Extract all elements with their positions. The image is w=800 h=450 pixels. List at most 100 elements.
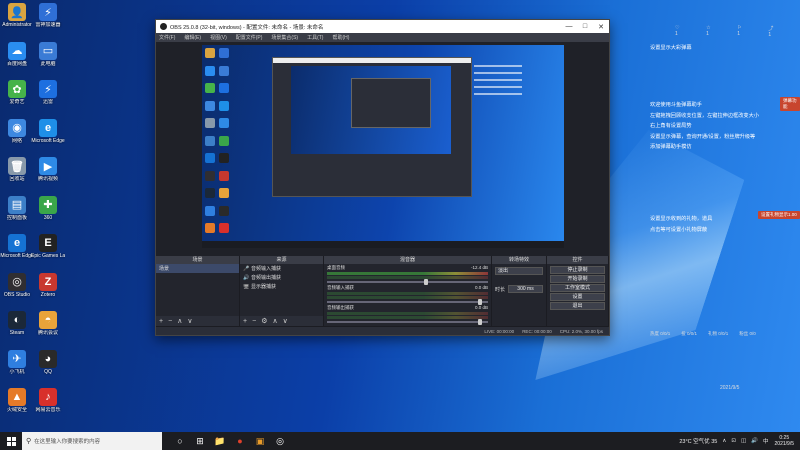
- preview-taskbar: [202, 241, 564, 248]
- preview-icon: [205, 118, 215, 128]
- add-scene-button[interactable]: +: [159, 318, 163, 325]
- desktop-icon-label: 腾讯视频: [37, 176, 58, 182]
- mixer-channel: 桌面音频 -12.4 dB: [324, 264, 491, 285]
- taskbar-app-icon[interactable]: ▣: [250, 432, 270, 450]
- desktop-icon[interactable]: e Microsoft Edge: [0, 234, 34, 259]
- desktop-icon[interactable]: ☁ 百度网盘: [2, 41, 32, 67]
- input-method-icon[interactable]: 中: [763, 437, 769, 445]
- desktop-icon[interactable]: ▭ 此电脑: [33, 41, 63, 67]
- tray-expand-icon[interactable]: ∧: [722, 438, 726, 444]
- desktop-icon[interactable]: ▤ 控制面板: [2, 195, 32, 221]
- stop-recording-button[interactable]: 停止录制: [550, 266, 605, 274]
- transition-select[interactable]: 淡出: [495, 267, 543, 275]
- preview-canvas[interactable]: [202, 45, 564, 248]
- preview-icon: [219, 100, 229, 111]
- cpu-status: CPU: 2.0%, 30.00 fps: [559, 328, 603, 334]
- desktop-icon-label: 网络: [11, 137, 22, 144]
- desktop-icon[interactable]: ⚡ 迅雷: [33, 80, 63, 105]
- menu-view[interactable]: 视图(V): [210, 34, 227, 41]
- desktop-icon[interactable]: ✚ 360: [33, 195, 63, 221]
- desktop-icon[interactable]: ♪ 网易云音乐: [33, 388, 63, 413]
- taskbar-app-icon[interactable]: ⊞: [190, 432, 210, 450]
- flag-icon[interactable]: ⚐ 1: [737, 25, 744, 38]
- preview-icon: [219, 135, 229, 146]
- remove-source-button[interactable]: −: [252, 318, 256, 325]
- desktop-icon[interactable]: ✈ 小飞机: [2, 349, 32, 375]
- menu-profile[interactable]: 配置文件(P): [236, 34, 263, 41]
- menu-edit[interactable]: 编辑(E): [184, 34, 201, 41]
- volume-slider[interactable]: [327, 279, 488, 285]
- desktop-date-stamp: 2021/9/5: [720, 385, 740, 391]
- volume-slider[interactable]: [327, 319, 488, 325]
- taskbar-app-icon[interactable]: ●: [230, 432, 250, 450]
- volume-slider[interactable]: [327, 299, 488, 305]
- weather-widget[interactable]: 23°C 空气优 35: [679, 437, 717, 445]
- move-source-down-button[interactable]: ∨: [283, 317, 288, 325]
- remove-scene-button[interactable]: −: [168, 318, 172, 325]
- share-icon[interactable]: ⤴ 1: [768, 25, 776, 38]
- desktop-icon-label: Microsoft Edge: [0, 253, 34, 259]
- desktop-icon[interactable]: ◎ OBS Studio: [2, 272, 32, 298]
- desktop-icon[interactable]: ◐ Steam: [2, 311, 32, 336]
- source-item[interactable]: 🔊 音频输出捕获: [240, 273, 323, 282]
- preview-icon: [205, 48, 215, 58]
- menu-help[interactable]: 帮助(H): [332, 34, 349, 41]
- source-item[interactable]: 🖥 显示器捕获: [240, 282, 323, 291]
- maximize-button[interactable]: □: [577, 23, 593, 30]
- desktop-icon[interactable]: ◓ 腾讯会议: [33, 311, 63, 336]
- desktop-icon-label: 回收站: [9, 176, 25, 182]
- like-icon[interactable]: ♡ 1: [675, 25, 682, 38]
- move-source-up-button[interactable]: ∧: [272, 317, 277, 325]
- menu-file[interactable]: 文件(F): [159, 34, 175, 41]
- danmaku-notes-block: 欢迎使用斗鱼弹幕助手 左键拖拽回顾收支位置，左键拉伸边框改变大小 右上角有设置局…: [650, 102, 759, 150]
- obs-docks: 场景 场景 + − ∧ ∨ 来源 🎤 音频输入捕获 🔊 音频输出捕获 🖥 显示器…: [156, 256, 609, 326]
- desktop-icon[interactable]: ◕ QQ: [33, 349, 63, 375]
- obs-taskbar-icon[interactable]: ◎: [270, 432, 290, 450]
- danmaku-note-line: 设置显示大彩弹幕: [650, 45, 692, 51]
- desktop-icon[interactable]: EEpic Games Launcher: [31, 234, 65, 259]
- move-scene-down-button[interactable]: ∨: [187, 317, 192, 325]
- volume-icon[interactable]: 🔊: [751, 438, 758, 444]
- minimize-button[interactable]: —: [561, 23, 577, 30]
- move-scene-up-button[interactable]: ∧: [177, 317, 182, 325]
- close-button[interactable]: ✕: [593, 23, 609, 31]
- taskbar-search[interactable]: ⚲ 在这里输入你要搜索的内容: [22, 432, 162, 450]
- desktop-icon[interactable]: e Microsoft Edge: [31, 118, 65, 144]
- desktop-icon[interactable]: Z Zotero: [33, 272, 63, 298]
- preview-icon: [205, 100, 215, 111]
- scene-item[interactable]: 场景: [156, 264, 239, 273]
- mixer-channel: 音频输入捕获 0.0 dB: [324, 284, 491, 305]
- source-item[interactable]: 🎤 音频输入捕获: [240, 264, 323, 273]
- start-recording-button[interactable]: 开始录制: [550, 275, 605, 283]
- desktop-icon[interactable]: ◉ 网络: [2, 118, 32, 144]
- preview-icon: [205, 83, 215, 93]
- desktop-icon[interactable]: ⚡ 雷神加速器: [33, 3, 63, 28]
- duration-input[interactable]: 300 ms: [508, 285, 543, 293]
- settings-button[interactable]: 设置: [550, 293, 605, 301]
- obs-title-bar[interactable]: OBS 25.0.8 (32-bit, windows) - 配置文件: 未命名…: [156, 20, 609, 33]
- preview-icon: [219, 170, 229, 181]
- speaker-icon: 🔊: [243, 274, 250, 281]
- desktop-icon[interactable]: 👤 Administrator: [2, 3, 32, 28]
- menu-tools[interactable]: 工具(T): [307, 34, 323, 41]
- desktop-icon[interactable]: ▲ 火绒安全: [2, 388, 32, 413]
- star-icon[interactable]: ☆ 1: [706, 25, 713, 38]
- desktop-icon[interactable]: ✿ 爱奇艺: [2, 80, 32, 105]
- network-icon[interactable]: ◫: [741, 438, 746, 444]
- task-view-icon[interactable]: ○: [170, 432, 190, 450]
- danmaku-tag: 弹幕功能: [780, 97, 800, 111]
- scenes-dock: 场景 场景 + − ∧ ∨: [156, 256, 240, 326]
- obs-window[interactable]: OBS 25.0.8 (32-bit, windows) - 配置文件: 未命名…: [155, 19, 610, 336]
- desktop-icon[interactable]: 🗑 回收站: [2, 157, 32, 182]
- tray-app-icon[interactable]: ⊡: [731, 438, 736, 444]
- exit-button[interactable]: 退出: [550, 302, 605, 310]
- studio-mode-button[interactable]: 工作室模式: [550, 284, 605, 292]
- source-settings-icon[interactable]: ⚙: [261, 317, 267, 325]
- add-source-button[interactable]: +: [243, 318, 247, 325]
- file-explorer-icon[interactable]: 📁: [210, 432, 230, 450]
- menu-scene-collection[interactable]: 场景集合(S): [271, 34, 298, 41]
- desktop-icon[interactable]: ▶ 腾讯视频: [33, 157, 63, 182]
- start-button[interactable]: [0, 436, 22, 446]
- preview-icon: [205, 170, 215, 181]
- taskbar-clock[interactable]: 0:25 2021/9/5: [775, 435, 794, 447]
